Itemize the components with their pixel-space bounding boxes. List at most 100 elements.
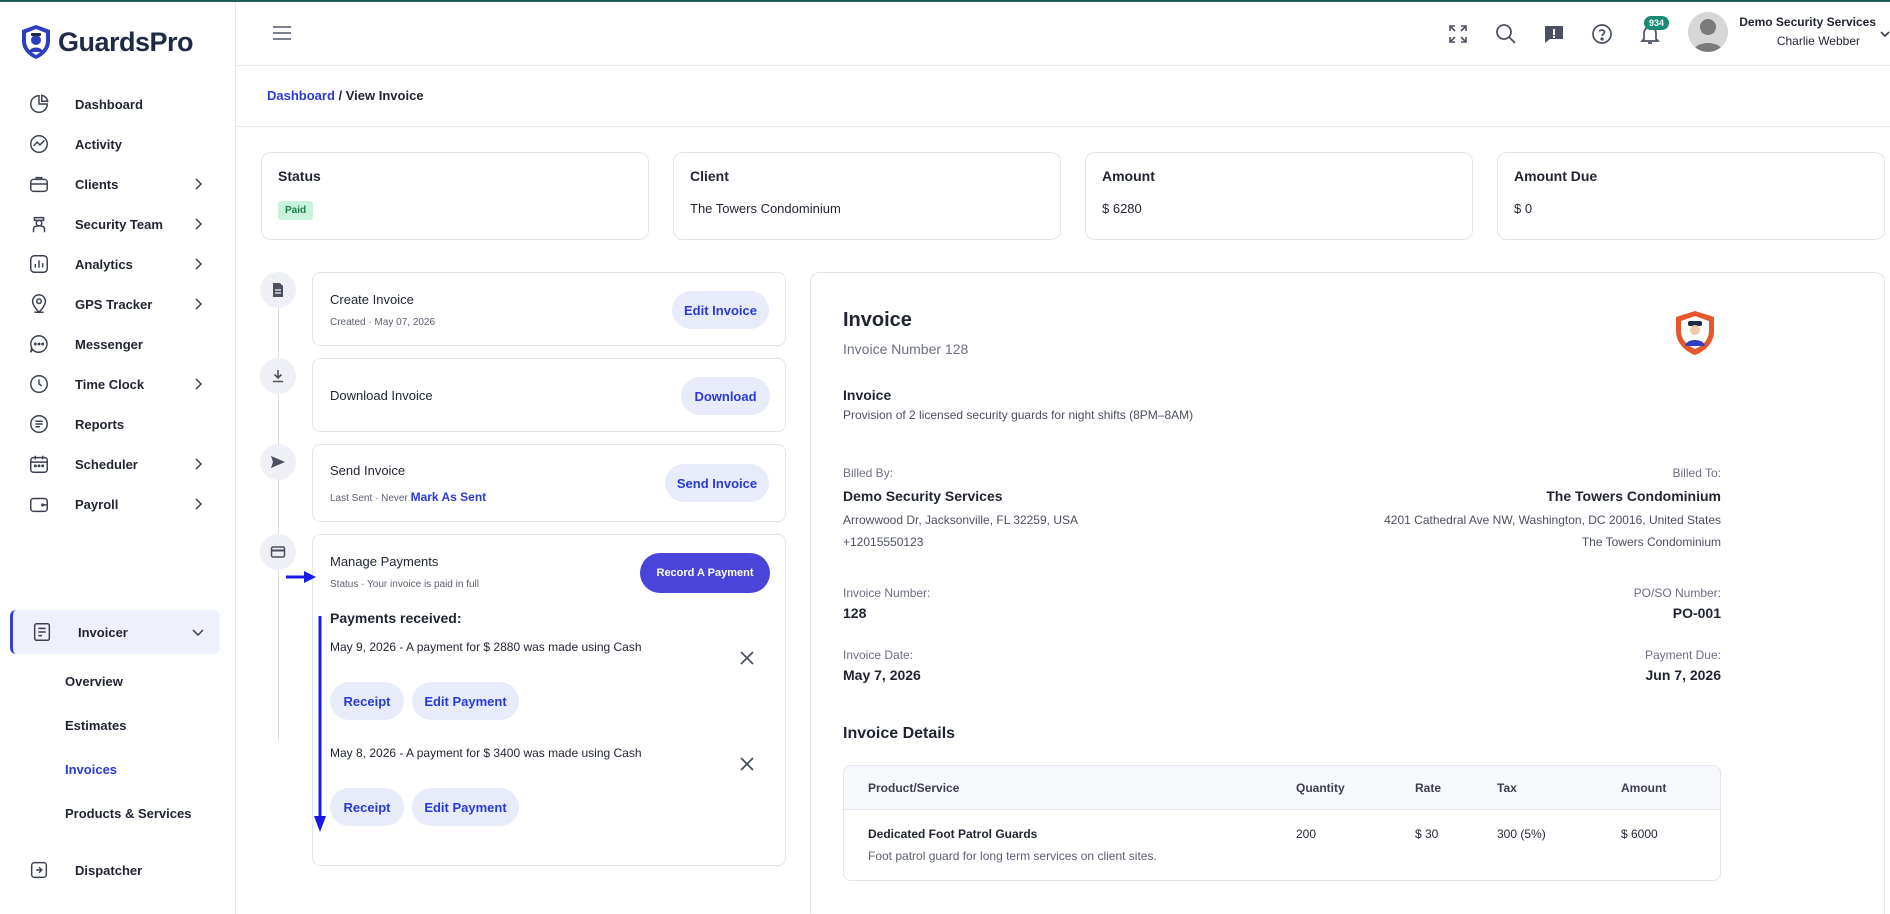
sidebar-item-gps-tracker[interactable]: GPS Tracker	[10, 282, 220, 326]
sidebar-item-reports[interactable]: Reports	[10, 402, 220, 446]
create-invoice-subtitle: Created · May 07, 2026	[330, 317, 436, 328]
sidebar-item-analytics[interactable]: Analytics	[10, 242, 220, 286]
invoice-preview-panel: Invoice Invoice Number 128 Invoice Provi…	[810, 272, 1885, 914]
send-invoice-button[interactable]: Send Invoice	[665, 464, 769, 502]
sidebar-item-scheduler[interactable]: Scheduler	[10, 442, 220, 486]
sidebar-item-clients[interactable]: Clients	[10, 162, 220, 206]
calendar-icon	[24, 449, 54, 479]
client-card-title: Client	[690, 168, 729, 184]
download-icon	[273, 370, 283, 383]
chat-bubble-icon	[24, 329, 54, 359]
chevron-right-icon	[195, 218, 203, 230]
sidebar-item-label: Invoicer	[78, 624, 128, 640]
feedback-icon[interactable]	[1542, 22, 1566, 46]
sidebar-item-activity[interactable]: Activity	[10, 122, 220, 166]
chevron-right-icon	[195, 378, 203, 390]
sidebar-item-payroll[interactable]: Payroll	[10, 482, 220, 526]
sidebar-item-dashboard[interactable]: Dashboard	[10, 82, 220, 126]
amount-due-card-title: Amount Due	[1514, 168, 1598, 184]
credit-card-icon	[270, 546, 286, 558]
clock-icon	[24, 369, 54, 399]
sidebar-sub-products-services[interactable]: Products & Services	[65, 806, 191, 821]
send-invoice-title: Send Invoice	[330, 463, 406, 478]
sidebar-item-label: Analytics	[75, 256, 133, 272]
brand-logo[interactable]: GuardsPro	[20, 24, 194, 60]
billed-to-name: The Towers Condominium	[1546, 488, 1721, 504]
download-button[interactable]: Download	[681, 377, 770, 415]
timeline-step-send	[260, 444, 296, 480]
create-invoice-card: Create Invoice Created · May 07, 2026 Ed…	[312, 272, 786, 346]
invoice-number-value: 128	[843, 605, 867, 621]
sidebar-item-invoicer[interactable]: Invoicer	[10, 610, 220, 654]
receipt-button[interactable]: Receipt	[330, 682, 404, 720]
billed-by-address: Arrowwood Dr, Jacksonville, FL 32259, US…	[843, 513, 1078, 527]
payment-entry-text: May 9, 2026 - A payment for $ 2880 was m…	[330, 640, 642, 654]
amount-card-value: $ 6280	[1102, 201, 1142, 216]
pie-chart-icon	[24, 89, 54, 119]
record-payment-button[interactable]: Record A Payment	[640, 553, 770, 593]
download-invoice-card: Download Invoice Download	[312, 358, 786, 432]
sidebar-item-label: Reports	[75, 416, 125, 432]
breadcrumb-link-dashboard[interactable]: Dashboard	[267, 88, 335, 103]
billed-by-label: Billed By:	[843, 466, 894, 480]
column-header-product: Product/Service	[868, 781, 960, 795]
invoice-subtitle: Invoice	[843, 387, 892, 403]
download-invoice-title: Download Invoice	[330, 388, 433, 403]
help-icon[interactable]	[1590, 22, 1614, 46]
manage-payments-subtitle: Status · Your invoice is paid in full	[330, 579, 479, 590]
analytics-icon	[24, 249, 54, 279]
edit-payment-button[interactable]: Edit Payment	[412, 788, 519, 826]
sidebar-item-messenger[interactable]: Messenger	[10, 322, 220, 366]
column-header-tax: Tax	[1497, 781, 1517, 795]
client-card-value: The Towers Condominium	[690, 201, 841, 216]
report-list-icon	[24, 409, 54, 439]
row-rate: $ 30	[1415, 827, 1439, 841]
search-icon[interactable]	[1494, 22, 1518, 46]
edit-invoice-button[interactable]: Edit Invoice	[672, 291, 769, 329]
breadcrumb-separator: /	[334, 88, 346, 103]
row-quantity: 200	[1296, 827, 1317, 841]
receipt-button[interactable]: Receipt	[330, 788, 404, 826]
chevron-right-icon	[195, 298, 203, 310]
wallet-icon	[24, 489, 54, 519]
invoice-date-label: Invoice Date:	[843, 648, 914, 662]
fullscreen-icon[interactable]	[1446, 22, 1470, 46]
briefcase-icon	[24, 169, 54, 199]
manage-payments-title: Manage Payments	[330, 554, 439, 569]
chevron-right-icon	[195, 458, 203, 470]
chevron-down-icon[interactable]	[1879, 28, 1890, 40]
mark-as-sent-link[interactable]: Mark As Sent	[411, 490, 487, 504]
invoice-number-line: Invoice Number 128	[843, 341, 969, 357]
sidebar-item-security-team[interactable]: Security Team	[10, 202, 220, 246]
company-name: Demo Security Services	[1739, 15, 1876, 29]
sidebar-item-label: Time Clock	[75, 376, 145, 392]
guard-shield-logo-icon	[22, 25, 50, 59]
location-pin-icon	[24, 289, 54, 319]
table-header: Product/Service Quantity Rate Tax Amount	[844, 766, 1720, 810]
close-icon[interactable]	[739, 756, 755, 772]
sidebar-sub-invoices[interactable]: Invoices	[65, 762, 117, 777]
sidebar-item-label: Activity	[75, 136, 122, 152]
sidebar-item-label: GPS Tracker	[75, 296, 153, 312]
chevron-down-icon	[192, 629, 204, 637]
payment-entry-text: May 8, 2026 - A payment for $ 3400 was m…	[330, 746, 642, 760]
breadcrumb-current: View Invoice	[345, 88, 424, 103]
timeline-step-download	[260, 358, 296, 394]
close-icon[interactable]	[739, 650, 755, 666]
hamburger-menu-icon[interactable]	[272, 24, 292, 42]
column-header-rate: Rate	[1415, 781, 1442, 795]
billed-to-label: Billed To:	[1672, 466, 1721, 480]
sidebar-sub-estimates[interactable]: Estimates	[65, 718, 126, 733]
sidebar-item-label: Messenger	[75, 336, 143, 352]
top-header: 934 Demo Security Services Charlie Webbe…	[236, 2, 1890, 66]
chevron-right-icon	[195, 258, 203, 270]
sidebar-item-dispatcher[interactable]: Dispatcher	[10, 848, 220, 892]
sidebar-sub-overview[interactable]: Overview	[65, 674, 123, 689]
status-card: Status Paid	[261, 152, 649, 240]
edit-payment-button[interactable]: Edit Payment	[412, 682, 519, 720]
sidebar-item-time-clock[interactable]: Time Clock	[10, 362, 220, 406]
column-header-amount: Amount	[1621, 781, 1667, 795]
avatar[interactable]	[1688, 12, 1728, 52]
dispatch-icon	[24, 855, 54, 885]
payment-due-label: Payment Due:	[1644, 648, 1721, 662]
